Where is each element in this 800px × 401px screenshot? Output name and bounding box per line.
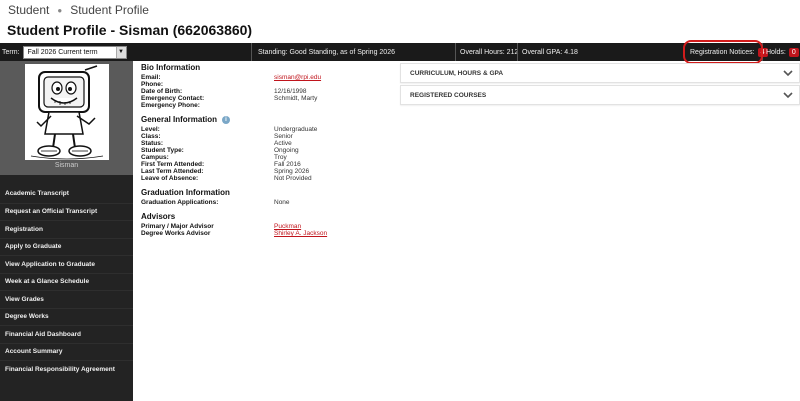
page-title: Student Profile - Sisman (662063860) [7,22,253,38]
email-link[interactable]: sisman@rpi.edu [274,74,321,81]
dob-value: 12/16/1998 [274,88,307,95]
bio-title: Bio Information [141,63,201,72]
sidebar-item-view-grades[interactable]: View Grades [0,290,133,308]
status-value: Active [274,140,292,147]
divider [517,43,518,61]
emergency-contact-value: Schmidt, Marty [274,95,318,102]
campus-value: Troy [274,154,287,161]
status-label: Status: [141,140,164,147]
advisors-section: Advisors Primary / Major Advisor Puckman … [141,212,393,237]
graduation-applications-value: None [274,199,290,206]
breadcrumb: Student ● Student Profile [0,0,800,20]
curriculum-panel-title: CURRICULUM, HOURS & GPA [410,69,504,77]
primary-advisor-label: Primary / Major Advisor [141,223,214,230]
graduation-title: Graduation Information [141,188,230,197]
overall-hours: Overall Hours: 212 [460,48,519,56]
breadcrumb-separator-icon: ● [57,5,63,15]
summary-bar: Term: Fall 2026 Current term ▼ Standing:… [0,43,800,61]
divider [251,43,252,61]
sidebar-item-account-summary[interactable]: Account Summary [0,342,133,361]
sidebar-item-week-at-a-glance[interactable]: Week at a Glance Schedule [0,272,133,291]
campus-label: Campus: [141,154,169,161]
leave-label: Leave of Absence: [141,175,199,182]
class-value: Senior [274,133,293,140]
sidebar-item-financial-aid-dashboard[interactable]: Financial Aid Dashboard [0,325,133,343]
phone-label: Phone: [141,81,164,88]
student-type-value: Ongoing [274,147,299,154]
chevron-down-icon[interactable] [783,90,793,100]
chevron-down-icon[interactable]: ▼ [115,46,126,58]
general-section: General Information i Level: Undergraduat… [141,115,393,182]
sidebar-item-degree-works[interactable]: Degree Works [0,307,133,326]
sidebar: Sisman Academic Transcript Request an Of… [0,61,133,401]
divider [455,43,456,61]
last-term-label: Last Term Attended: [141,168,204,175]
holds-badge: 0 [788,47,799,57]
degree-works-advisor-label: Degree Works Advisor [141,230,211,237]
term-select[interactable]: Fall 2026 Current term ▼ [22,45,127,59]
profile-details: Bio Information Email: sisman@rpi.edu Pho… [141,63,393,241]
sidebar-item-registration[interactable]: Registration [0,220,133,238]
email-label: Email: [141,74,161,81]
sidebar-nav: Academic Transcript Request an Official … [0,185,133,378]
chevron-down-icon[interactable] [783,68,793,78]
emergency-contact-label: Emergency Contact: [141,95,205,102]
degree-works-advisor-link[interactable]: Shirley A. Jackson [274,230,327,237]
info-icon[interactable]: i [222,115,231,124]
profile-name: Sisman [54,162,79,169]
sidebar-item-apply-to-graduate[interactable]: Apply to Graduate [0,237,133,256]
sidebar-item-financial-responsibility-agreement[interactable]: Financial Responsibility Agreement [0,360,133,378]
first-term-label: First Term Attended: [141,161,205,168]
curriculum-panel-header[interactable]: CURRICULUM, HOURS & GPA [400,63,800,83]
general-title: General Information [141,115,218,124]
overall-gpa: Overall GPA: 4.18 [522,48,578,56]
registered-courses-panel-title: REGISTERED COURSES [410,91,487,99]
dob-label: Date of Birth: [141,88,183,95]
holds-label: Holds: [766,48,786,56]
primary-advisor-link[interactable]: Puckman [274,223,301,230]
graduation-section: Graduation Information Graduation Applic… [141,188,393,206]
level-label: Level: [141,126,160,133]
avatar [25,64,109,160]
sidebar-item-request-official-transcript[interactable]: Request an Official Transcript [0,202,133,221]
term-label: Term: [2,48,20,56]
graduation-applications-label: Graduation Applications: [141,199,219,206]
leave-value: Not Provided [274,175,312,182]
first-term-value: Fall 2016 [274,161,301,168]
bio-section: Bio Information Email: sisman@rpi.edu Pho… [141,63,393,109]
profile-card: Sisman [0,61,133,175]
breadcrumb-student[interactable]: Student [8,3,49,17]
sidebar-item-view-application-to-graduate[interactable]: View Application to Graduate [0,255,133,273]
student-type-label: Student Type: [141,147,184,154]
emergency-phone-label: Emergency Phone: [141,102,200,109]
summary-panels: CURRICULUM, HOURS & GPA REGISTERED COURS… [400,63,800,107]
last-term-value: Spring 2026 [274,168,310,175]
breadcrumb-student-profile: Student Profile [70,3,149,17]
highlight-annotation [683,40,763,64]
advisors-title: Advisors [141,212,176,221]
level-value: Undergraduate [274,126,318,133]
general-title-row: General Information i [141,115,393,124]
standing-text: Standing: Good Standing, as of Spring 20… [258,48,395,56]
sidebar-item-academic-transcript[interactable]: Academic Transcript [0,185,133,203]
registered-courses-panel-header[interactable]: REGISTERED COURSES [400,85,800,105]
holds-link[interactable]: Holds: 0 [766,43,799,61]
class-label: Class: [141,133,161,140]
term-select-value: Fall 2026 Current term [27,48,98,56]
